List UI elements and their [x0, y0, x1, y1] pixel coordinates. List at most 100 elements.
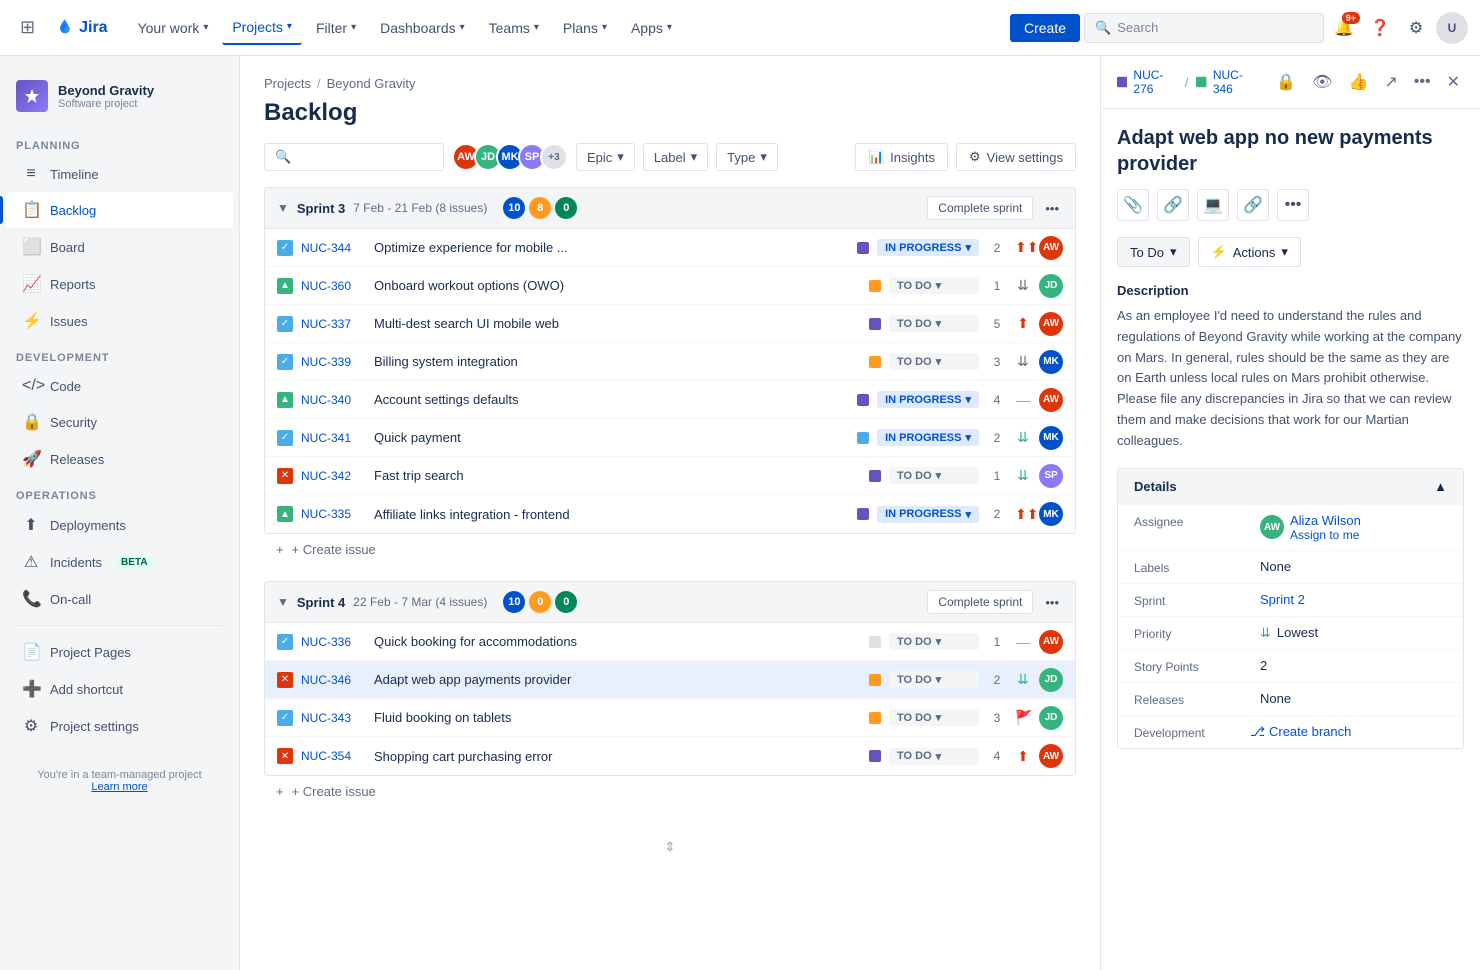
backlog-search[interactable]: 🔍: [264, 143, 444, 171]
table-row[interactable]: ✕ NUC-346 Adapt web app payments provide…: [265, 661, 1075, 699]
create-button[interactable]: Create: [1010, 14, 1080, 42]
issue-key[interactable]: NUC-336: [301, 635, 366, 649]
table-row[interactable]: ▲ NUC-340 Account settings defaults IN P…: [265, 381, 1075, 419]
type-filter[interactable]: Type ▾: [716, 143, 778, 171]
table-row[interactable]: ✕ NUC-354 Shopping cart purchasing error…: [265, 737, 1075, 775]
assign-me-link[interactable]: Assign to me: [1290, 528, 1361, 542]
panel-more-icon[interactable]: •••: [1410, 69, 1435, 95]
sidebar-item-reports[interactable]: 📈 Reports: [6, 266, 233, 302]
status-badge[interactable]: TO DO ▾: [889, 709, 979, 726]
assignee-name-link[interactable]: Aliza Wilson: [1290, 513, 1361, 528]
sprint-value-link[interactable]: Sprint 2: [1260, 592, 1305, 607]
issue-key[interactable]: NUC-340: [301, 393, 366, 407]
status-badge[interactable]: IN PROGRESS ▾: [877, 506, 979, 523]
projects-menu[interactable]: Projects▾: [222, 11, 302, 45]
sidebar-item-project-pages[interactable]: 📄 Project Pages: [6, 634, 233, 670]
table-row[interactable]: ✓ NUC-336 Quick booking for accommodatio…: [265, 623, 1075, 661]
panel-attach-button[interactable]: 📎: [1117, 189, 1149, 221]
settings-button[interactable]: ⚙: [1400, 12, 1432, 44]
learn-more-link[interactable]: Learn more: [91, 781, 147, 793]
status-badge[interactable]: TO DO ▾: [889, 315, 979, 332]
avatar-count[interactable]: +3: [540, 143, 568, 171]
grid-icon[interactable]: ⊞: [12, 9, 43, 46]
breadcrumb-projects[interactable]: Projects: [264, 76, 311, 91]
sprint-3-header[interactable]: ▼ Sprint 3 7 Feb - 21 Feb (8 issues) 10 …: [264, 187, 1076, 229]
panel-share-icon[interactable]: ↗: [1380, 68, 1401, 96]
issue-key[interactable]: NUC-335: [301, 507, 366, 521]
status-badge[interactable]: TO DO ▾: [889, 633, 979, 650]
notifications-button[interactable]: 🔔 9+: [1328, 12, 1360, 44]
apps-menu[interactable]: Apps▾: [621, 12, 682, 44]
sidebar-item-project-settings[interactable]: ⚙ Project settings: [6, 708, 233, 744]
status-badge[interactable]: IN PROGRESS ▾: [877, 239, 979, 256]
issue-key[interactable]: NUC-344: [301, 241, 366, 255]
table-row[interactable]: ✕ NUC-342 Fast trip search TO DO ▾ 1 ⇊ S…: [265, 457, 1075, 495]
issue-key[interactable]: NUC-346: [301, 673, 366, 687]
panel-code-button[interactable]: 💻: [1197, 189, 1229, 221]
create-issue-sprint3[interactable]: + + Create issue: [264, 534, 1076, 565]
status-badge[interactable]: TO DO ▾: [889, 353, 979, 370]
panel-lock-icon[interactable]: 🔒: [1272, 68, 1300, 96]
panel-link-button[interactable]: 🔗: [1237, 189, 1269, 221]
sidebar-item-timeline[interactable]: ≡ Timeline: [6, 157, 233, 191]
issue-key[interactable]: NUC-337: [301, 317, 366, 331]
issue-key[interactable]: NUC-342: [301, 469, 366, 483]
table-row[interactable]: ✓ NUC-339 Billing system integration TO …: [265, 343, 1075, 381]
teams-menu[interactable]: Teams▾: [479, 12, 549, 44]
status-badge[interactable]: TO DO ▾: [889, 671, 979, 688]
table-row[interactable]: ✓ NUC-344 Optimize experience for mobile…: [265, 229, 1075, 267]
user-avatar[interactable]: U: [1436, 12, 1468, 44]
plans-menu[interactable]: Plans▾: [553, 12, 617, 44]
panel-more-actions-button[interactable]: •••: [1277, 189, 1309, 221]
sidebar-item-security[interactable]: 🔒 Security: [6, 404, 233, 440]
label-filter[interactable]: Label ▾: [643, 143, 708, 171]
table-row[interactable]: ▲ NUC-335 Affiliate links integration - …: [265, 495, 1075, 533]
table-row[interactable]: ✓ NUC-337 Multi-dest search UI mobile we…: [265, 305, 1075, 343]
panel-close-icon[interactable]: ✕: [1443, 68, 1464, 96]
details-header[interactable]: Details ▲: [1118, 469, 1463, 504]
sidebar-item-backlog[interactable]: 📋 Backlog: [6, 192, 233, 228]
sidebar-item-issues[interactable]: ⚡ Issues: [6, 303, 233, 339]
search-bar[interactable]: 🔍 Search: [1084, 13, 1324, 43]
search-input[interactable]: [297, 150, 433, 165]
sidebar-item-add-shortcut[interactable]: ➕ Add shortcut: [6, 671, 233, 707]
table-row[interactable]: ✓ NUC-343 Fluid booking on tablets TO DO…: [265, 699, 1075, 737]
jira-logo[interactable]: Jira: [47, 18, 115, 38]
table-row[interactable]: ✓ NUC-341 Quick payment IN PROGRESS ▾ 2 …: [265, 419, 1075, 457]
view-settings-button[interactable]: ⚙ View settings: [956, 143, 1076, 171]
sidebar-item-oncall[interactable]: 📞 On-call: [6, 581, 233, 617]
panel-watch-icon[interactable]: 👁: [1308, 68, 1336, 96]
panel-issue-key-link[interactable]: NUC-346: [1196, 68, 1256, 96]
panel-actions-button[interactable]: ⚡ Actions ▾: [1198, 237, 1301, 267]
insights-button[interactable]: 📊 Insights: [855, 143, 948, 171]
help-button[interactable]: ❓: [1364, 12, 1396, 44]
sprint-4-header[interactable]: ▼ Sprint 4 22 Feb - 7 Mar (4 issues) 10 …: [264, 581, 1076, 623]
sidebar-item-deployments[interactable]: ⬆ Deployments: [6, 507, 233, 543]
breadcrumb-project[interactable]: Beyond Gravity: [327, 76, 416, 91]
sidebar-item-code[interactable]: </> Code: [6, 369, 233, 403]
issue-key[interactable]: NUC-343: [301, 711, 366, 725]
complete-sprint-3-button[interactable]: Complete sprint: [927, 196, 1033, 220]
sprint-4-more-button[interactable]: •••: [1041, 591, 1063, 614]
create-issue-sprint4[interactable]: + + Create issue: [264, 776, 1076, 807]
panel-status-button[interactable]: To Do ▾: [1117, 237, 1190, 267]
issue-key[interactable]: NUC-360: [301, 279, 366, 293]
resize-handle[interactable]: ⇕: [264, 823, 1076, 871]
status-badge[interactable]: IN PROGRESS ▾: [877, 391, 979, 408]
status-badge[interactable]: TO DO ▾: [889, 467, 979, 484]
sprint-3-more-button[interactable]: •••: [1041, 197, 1063, 220]
complete-sprint-4-button[interactable]: Complete sprint: [927, 590, 1033, 614]
dashboards-menu[interactable]: Dashboards▾: [370, 12, 475, 44]
issue-key[interactable]: NUC-341: [301, 431, 366, 445]
panel-parent-key-link[interactable]: NUC-276: [1117, 68, 1177, 96]
status-badge[interactable]: IN PROGRESS ▾: [877, 429, 979, 446]
status-badge[interactable]: TO DO ▾: [889, 748, 979, 765]
issue-key[interactable]: NUC-339: [301, 355, 366, 369]
panel-like-icon[interactable]: 👍: [1344, 68, 1372, 96]
panel-child-issue-button[interactable]: 🔗: [1157, 189, 1189, 221]
filter-menu[interactable]: Filter▾: [306, 12, 366, 44]
sidebar-item-board[interactable]: ⬜ Board: [6, 229, 233, 265]
epic-filter[interactable]: Epic ▾: [576, 143, 635, 171]
table-row[interactable]: ▲ NUC-360 Onboard workout options (OWO) …: [265, 267, 1075, 305]
sidebar-item-incidents[interactable]: ⚠ Incidents BETA: [6, 544, 233, 580]
